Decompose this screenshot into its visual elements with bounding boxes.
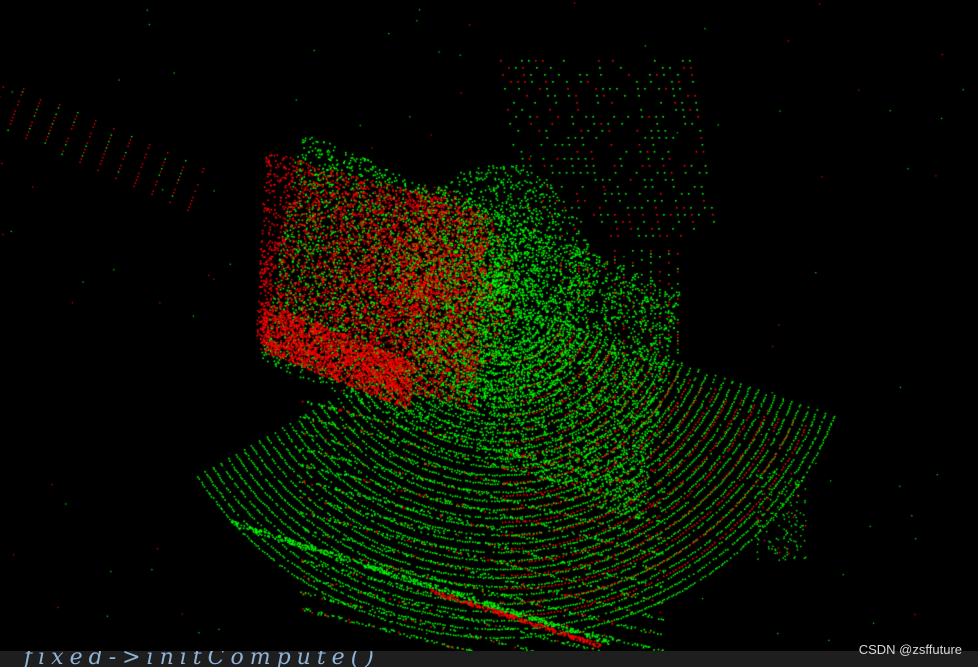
watermark: CSDN @zsffuture xyxy=(858,642,962,657)
code-snippet: fixed->initCompute() xyxy=(24,651,380,667)
point-cloud-viewer[interactable]: fixed->initCompute() CSDN @zsffuture xyxy=(0,0,978,667)
point-cloud-canvas[interactable] xyxy=(0,0,978,651)
code-editor-strip: fixed->initCompute() xyxy=(0,651,978,667)
